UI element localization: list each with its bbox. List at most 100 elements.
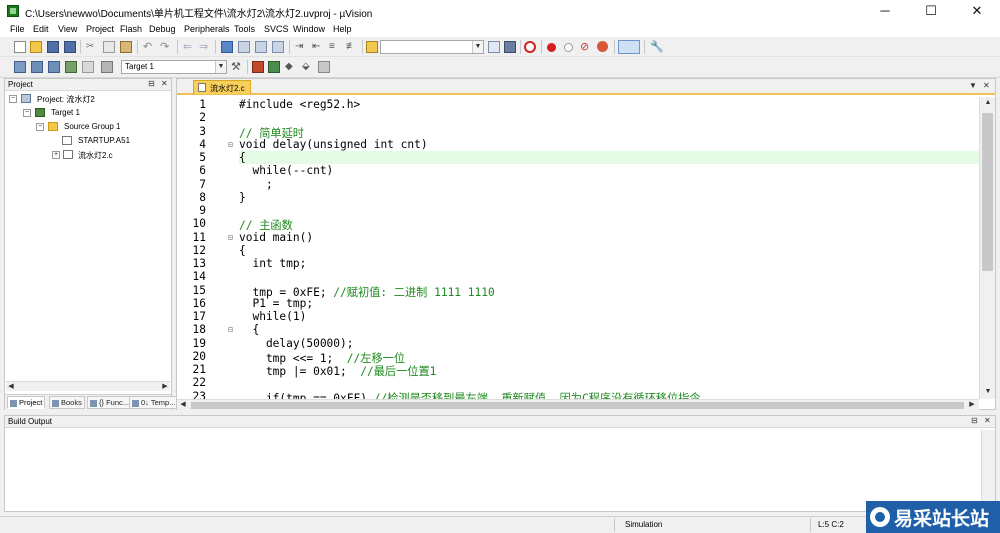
start-debug-icon[interactable]	[524, 41, 536, 53]
tree-node-file[interactable]: + 流水灯2.c	[52, 149, 169, 162]
fold-toggle-icon[interactable]: ⊟	[228, 140, 233, 149]
menu-view[interactable]: View	[58, 24, 77, 34]
window-layout-icon[interactable]	[618, 40, 640, 54]
translate-icon[interactable]	[14, 61, 26, 73]
prev-bookmark-icon[interactable]	[238, 41, 250, 53]
unindent-icon[interactable]: ⇤	[312, 41, 324, 53]
code-line[interactable]	[239, 376, 981, 389]
fold-toggle-icon[interactable]: ⊟	[228, 233, 233, 242]
collapse-icon[interactable]: −	[36, 123, 44, 131]
close-icon[interactable]: ✕	[984, 416, 991, 425]
code-line[interactable]: void delay(unsigned int cnt)	[239, 138, 981, 151]
scroll-thumb[interactable]	[982, 113, 993, 271]
code-line[interactable]: ;	[239, 178, 981, 191]
manage-components-icon[interactable]	[252, 61, 264, 73]
collapse-icon[interactable]: −	[9, 95, 17, 103]
menu-peripherals[interactable]: Peripherals	[184, 24, 230, 34]
scroll-thumb[interactable]	[191, 402, 964, 409]
build-output-scrollbar[interactable]	[981, 430, 995, 510]
target-select[interactable]: Target 1 ▼	[121, 60, 227, 74]
incremental-find-icon[interactable]	[488, 41, 500, 53]
code-line[interactable]: // 主函数	[239, 217, 981, 232]
undo-icon[interactable]: ↶	[143, 41, 155, 53]
menu-tools[interactable]: Tools	[234, 24, 255, 34]
indent-icon[interactable]: ⇥	[295, 41, 307, 53]
code-line[interactable]: void main()	[239, 231, 981, 244]
code-line[interactable]: // 简单延时	[239, 125, 981, 140]
bookmark-icon[interactable]	[221, 41, 233, 53]
editor-tab-file[interactable]: 流水灯2.c	[193, 80, 251, 94]
fold-toggle-icon[interactable]: ⊟	[228, 325, 233, 334]
find-in-files-icon[interactable]	[366, 41, 378, 53]
nav-forward-icon[interactable]: ⇒	[199, 41, 211, 53]
tab-books[interactable]: Books	[49, 396, 85, 409]
save-icon[interactable]	[47, 41, 59, 53]
pin-icon[interactable]: ⊟	[148, 79, 155, 88]
configure-icon[interactable]: 🔧	[650, 41, 664, 53]
cut-icon[interactable]: ✂	[86, 41, 98, 53]
insert-breakpoint-icon[interactable]	[547, 43, 556, 52]
tab-templates[interactable]: 0↓ Temp...	[129, 396, 179, 409]
code-line[interactable]: P1 = tmp;	[239, 297, 981, 310]
tab-project[interactable]: Project	[7, 396, 46, 409]
menu-debug[interactable]: Debug	[149, 24, 176, 34]
save-all-icon[interactable]	[64, 41, 76, 53]
maximize-button[interactable]: ☐	[908, 0, 954, 22]
new-file-icon[interactable]	[14, 41, 26, 53]
comment-icon[interactable]: ≡	[329, 41, 341, 53]
open-folder-icon[interactable]	[30, 41, 42, 53]
download-icon[interactable]	[101, 61, 113, 73]
code-line[interactable]: {	[239, 151, 981, 164]
code-line[interactable]: tmp <<= 1; //左移一位	[239, 350, 981, 365]
code-line[interactable]	[239, 204, 981, 217]
uncomment-icon[interactable]: ≢	[346, 41, 358, 53]
tree-node-target[interactable]: − Target 1	[23, 107, 169, 120]
editor-horizontal-scrollbar[interactable]: ◀ ▶	[177, 399, 979, 410]
disable-breakpoint-icon[interactable]	[564, 43, 573, 52]
menu-file[interactable]: File	[10, 24, 25, 34]
project-horizontal-scrollbar[interactable]: ◀ ▶	[6, 381, 170, 391]
code-line[interactable]	[239, 111, 981, 124]
code-line[interactable]: int tmp;	[239, 257, 981, 270]
select-packs-icon[interactable]	[268, 61, 280, 73]
code-line[interactable]: delay(50000);	[239, 337, 981, 350]
editor-vertical-scrollbar[interactable]: ▲ ▼	[979, 97, 995, 399]
close-icon[interactable]: ✕	[161, 79, 168, 88]
code-line[interactable]: while(1)	[239, 310, 981, 323]
scroll-up-icon[interactable]: ▲	[983, 98, 993, 108]
close-icon[interactable]: ✕	[983, 81, 990, 90]
scroll-down-icon[interactable]: ▼	[983, 387, 993, 397]
code-line[interactable]	[239, 270, 981, 283]
target-options-icon[interactable]: ⚒	[231, 61, 243, 73]
tab-list-icon[interactable]: ▼	[969, 81, 977, 90]
find-combo[interactable]: ▼	[380, 40, 484, 54]
code-line[interactable]: while(--cnt)	[239, 164, 981, 177]
disable-all-breakpoints-icon[interactable]: ⊘	[580, 41, 592, 53]
code-area[interactable]: #include <reg52.h> // 简单延时 void delay(unsi…	[239, 97, 981, 399]
find-icon[interactable]	[504, 41, 516, 53]
menu-edit[interactable]: Edit	[33, 24, 49, 34]
tree-node-file[interactable]: STARTUP.A51	[62, 135, 169, 148]
copy-icon[interactable]	[103, 41, 115, 53]
multi-project-icon[interactable]	[318, 61, 330, 73]
rebuild-icon[interactable]	[48, 61, 60, 73]
scroll-right-icon[interactable]: ▶	[160, 382, 170, 392]
pack-installer-icon[interactable]: ⬙	[302, 61, 314, 73]
code-line[interactable]: tmp = 0xFE; //赋初值: 二进制 1111 1110	[239, 284, 981, 299]
code-line[interactable]: tmp |= 0x01; //最后一位置1	[239, 363, 981, 378]
menu-svcs[interactable]: SVCS	[264, 24, 289, 34]
code-line[interactable]: {	[239, 323, 981, 336]
scroll-left-icon[interactable]: ◀	[178, 400, 188, 410]
tree-node-project[interactable]: − Project: 流水灯2	[9, 93, 169, 106]
code-line[interactable]: if(tmp == 0xFF) //检测是否移到最左端, 重新赋值, 因为C程序…	[239, 390, 981, 400]
stop-build-icon[interactable]	[82, 61, 94, 73]
clear-bookmarks-icon[interactable]	[272, 41, 284, 53]
next-bookmark-icon[interactable]	[255, 41, 267, 53]
collapse-icon[interactable]: −	[23, 109, 31, 117]
code-line[interactable]: }	[239, 191, 981, 204]
chevron-down-icon[interactable]: ▼	[472, 41, 483, 53]
code-line[interactable]: #include <reg52.h>	[239, 98, 981, 111]
paste-icon[interactable]	[120, 41, 132, 53]
chevron-down-icon[interactable]: ▼	[215, 61, 226, 73]
tab-functions[interactable]: {} Func...	[87, 396, 133, 409]
